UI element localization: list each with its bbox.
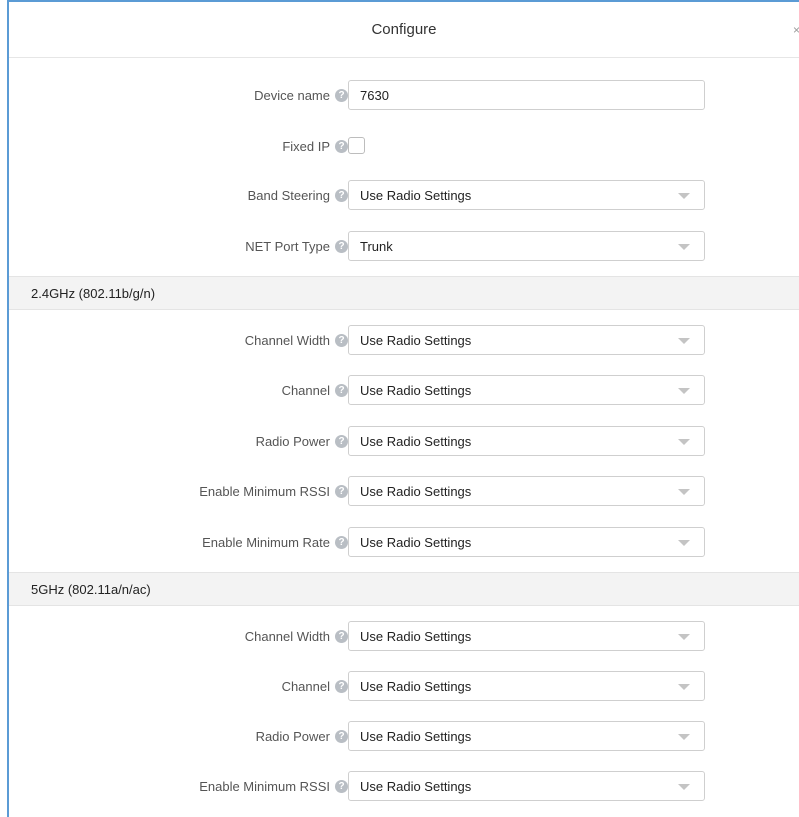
section-title: 2.4GHz (802.11b/g/n): [31, 285, 156, 301]
min-rssi-label-wrap: Enable Minimum RSSI ?: [199, 476, 348, 506]
help-icon[interactable]: ?: [335, 239, 348, 253]
band-steering-label-wrap: Band Steering ?: [248, 180, 348, 210]
radio-power-5-row: Radio Power ? Use Radio Settings: [9, 721, 799, 755]
channel-5-row: Channel ? Use Radio Settings: [9, 671, 799, 705]
dialog-title: Configure: [371, 21, 437, 38]
chevron-down-icon: [678, 193, 690, 199]
min-rssi-24-value: Use Radio Settings: [360, 483, 472, 499]
min-rate-24-row: Enable Minimum Rate ? Use Radio Settings: [9, 527, 799, 561]
min-rssi-5-value: Use Radio Settings: [360, 778, 472, 794]
fixed-ip-label-wrap: Fixed IP ?: [282, 131, 348, 161]
radio-power-label-wrap: Radio Power ?: [256, 721, 348, 751]
help-icon[interactable]: ?: [335, 535, 348, 549]
net-port-type-value: Trunk: [360, 238, 393, 254]
device-name-row: Device name ? 7630: [9, 80, 799, 114]
chevron-down-icon: [678, 388, 690, 394]
channel-width-24-value: Use Radio Settings: [360, 332, 472, 348]
channel-width-5-value: Use Radio Settings: [360, 628, 472, 644]
radio-power-label: Radio Power: [255, 433, 330, 449]
min-rate-24-value: Use Radio Settings: [360, 534, 472, 550]
fixed-ip-row: Fixed IP ?: [9, 131, 799, 165]
chevron-down-icon: [678, 489, 690, 495]
channel-label-wrap: Channel ?: [282, 375, 348, 405]
chevron-down-icon: [678, 439, 690, 445]
chevron-down-icon: [678, 540, 690, 546]
band-steering-label: Band Steering: [247, 187, 330, 203]
radio-power-24-value: Use Radio Settings: [360, 433, 472, 449]
net-port-type-label-wrap: NET Port Type ?: [245, 231, 348, 261]
net-port-type-label: NET Port Type: [245, 238, 330, 254]
help-icon[interactable]: ?: [335, 88, 348, 102]
radio-power-label: Radio Power: [255, 728, 330, 744]
section-header-5ghz: 5GHz (802.11a/n/ac): [9, 572, 799, 606]
min-rssi-label-wrap: Enable Minimum RSSI ?: [199, 771, 348, 801]
device-name-value: 7630: [360, 87, 389, 103]
channel-5-value: Use Radio Settings: [360, 678, 472, 694]
help-icon[interactable]: ?: [335, 139, 348, 153]
min-rate-label-wrap: Enable Minimum Rate ?: [202, 527, 348, 557]
device-name-input[interactable]: 7630: [348, 80, 705, 110]
radio-power-24-row: Radio Power ? Use Radio Settings: [9, 426, 799, 460]
channel-width-label: Channel Width: [244, 332, 330, 348]
channel-24-select[interactable]: Use Radio Settings: [348, 375, 705, 405]
net-port-type-select[interactable]: Trunk: [348, 231, 705, 261]
dialog-header: Configure ×: [9, 2, 799, 58]
min-rssi-24-select[interactable]: Use Radio Settings: [348, 476, 705, 506]
help-icon[interactable]: ?: [335, 188, 348, 202]
channel-24-row: Channel ? Use Radio Settings: [9, 375, 799, 409]
radio-power-label-wrap: Radio Power ?: [256, 426, 348, 456]
section-title: 5GHz (802.11a/n/ac): [31, 581, 151, 597]
channel-label-wrap: Channel ?: [282, 671, 348, 701]
chevron-down-icon: [678, 784, 690, 790]
fixed-ip-label: Fixed IP: [282, 138, 330, 154]
section-header-2-4ghz: 2.4GHz (802.11b/g/n): [9, 276, 799, 310]
channel-width-24-row: Channel Width ? Use Radio Settings: [9, 325, 799, 359]
channel-width-24-select[interactable]: Use Radio Settings: [348, 325, 705, 355]
min-rate-24-select[interactable]: Use Radio Settings: [348, 527, 705, 557]
radio-power-5-value: Use Radio Settings: [360, 728, 472, 744]
radio-power-24-select[interactable]: Use Radio Settings: [348, 426, 705, 456]
help-icon[interactable]: ?: [335, 729, 348, 743]
help-icon[interactable]: ?: [335, 333, 348, 347]
min-rssi-label: Enable Minimum RSSI: [199, 483, 330, 499]
channel-label: Channel: [281, 382, 330, 398]
band-steering-select[interactable]: Use Radio Settings: [348, 180, 705, 210]
channel-width-5-row: Channel Width ? Use Radio Settings: [9, 621, 799, 655]
channel-5-select[interactable]: Use Radio Settings: [348, 671, 705, 701]
device-name-label-wrap: Device name ?: [254, 80, 348, 110]
help-icon[interactable]: ?: [335, 779, 348, 793]
min-rssi-label: Enable Minimum RSSI: [199, 778, 330, 794]
chevron-down-icon: [678, 244, 690, 250]
chevron-down-icon: [678, 634, 690, 640]
radio-power-5-select[interactable]: Use Radio Settings: [348, 721, 705, 751]
band-steering-value: Use Radio Settings: [360, 187, 472, 203]
chevron-down-icon: [678, 734, 690, 740]
help-icon[interactable]: ?: [335, 484, 348, 498]
help-icon[interactable]: ?: [335, 383, 348, 397]
configure-dialog: Configure × Device name ? 7630 Fixed IP …: [7, 0, 799, 817]
min-rssi-24-row: Enable Minimum RSSI ? Use Radio Settings: [9, 476, 799, 510]
net-port-type-row: NET Port Type ? Trunk: [9, 231, 799, 265]
chevron-down-icon: [678, 338, 690, 344]
band-steering-row: Band Steering ? Use Radio Settings: [9, 180, 799, 214]
min-rate-label: Enable Minimum Rate: [202, 534, 330, 550]
channel-width-label: Channel Width: [244, 628, 330, 644]
min-rssi-5-row: Enable Minimum RSSI ? Use Radio Settings: [9, 771, 799, 805]
fixed-ip-checkbox[interactable]: [348, 137, 365, 154]
channel-24-value: Use Radio Settings: [360, 382, 472, 398]
help-icon[interactable]: ?: [335, 434, 348, 448]
channel-width-label-wrap: Channel Width ?: [245, 621, 348, 651]
device-name-label: Device name: [254, 87, 330, 103]
chevron-down-icon: [678, 684, 690, 690]
help-icon[interactable]: ?: [335, 629, 348, 643]
channel-width-5-select[interactable]: Use Radio Settings: [348, 621, 705, 651]
min-rssi-5-select[interactable]: Use Radio Settings: [348, 771, 705, 801]
channel-label: Channel: [281, 678, 330, 694]
close-icon[interactable]: ×: [793, 24, 799, 36]
help-icon[interactable]: ?: [335, 679, 348, 693]
channel-width-label-wrap: Channel Width ?: [245, 325, 348, 355]
